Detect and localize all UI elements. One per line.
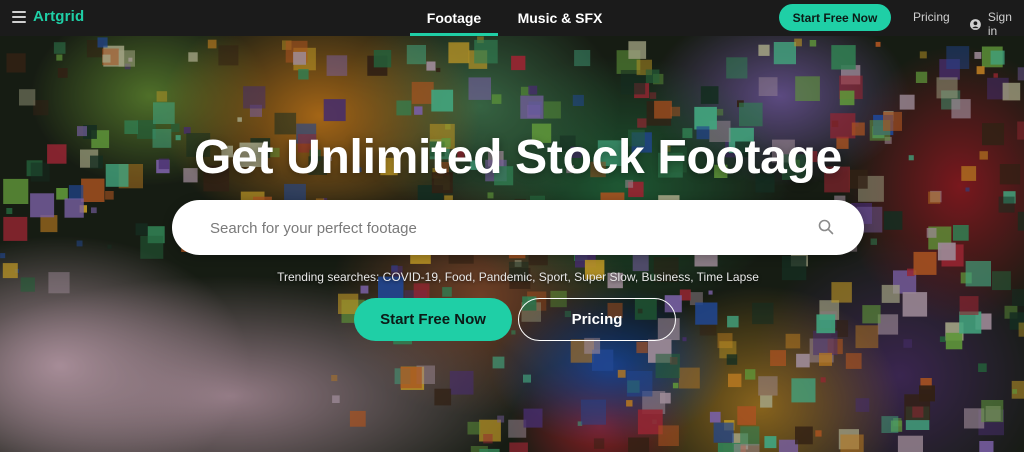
trending-term-pandemic[interactable]: Pandemic [479, 270, 532, 284]
hamburger-menu-icon[interactable] [12, 11, 26, 23]
trending-term-super-slow[interactable]: Super Slow [574, 270, 635, 284]
nav-pricing-link[interactable]: Pricing [913, 10, 950, 24]
main-tabs: Footage Music & SFX [410, 0, 620, 36]
trending-searches: Trending searches: COVID-19, Food, Pande… [277, 270, 759, 284]
trending-term-food[interactable]: Food [445, 270, 472, 284]
pricing-button[interactable]: Pricing [518, 298, 676, 341]
trending-label: Trending searches: [277, 270, 383, 284]
tab-footage[interactable]: Footage [410, 0, 498, 36]
top-navigation: Artgrid Footage Music & SFX Start Free N… [0, 0, 1024, 38]
start-free-now-button[interactable]: Start Free Now [354, 298, 512, 341]
search-bar[interactable] [172, 200, 864, 257]
hero-section: Get Unlimited Stock Footage Trending sea… [0, 36, 1024, 452]
trending-term-time-lapse[interactable]: Time Lapse [697, 270, 759, 284]
trending-term-business[interactable]: Business [642, 270, 691, 284]
trending-term-covid[interactable]: COVID-19 [383, 270, 438, 284]
artgrid-logo[interactable]: Artgrid [33, 8, 84, 25]
nav-start-free-button[interactable]: Start Free Now [779, 4, 891, 31]
user-icon [970, 18, 981, 30]
search-icon[interactable] [818, 219, 834, 235]
sign-in-link[interactable]: Sign in [970, 10, 1024, 38]
hero-headline: Get Unlimited Stock Footage [194, 131, 842, 184]
trending-term-sport[interactable]: Sport [539, 270, 568, 284]
sign-in-label: Sign in [987, 10, 1012, 38]
search-input[interactable] [208, 200, 792, 257]
tab-music-sfx[interactable]: Music & SFX [500, 0, 620, 36]
